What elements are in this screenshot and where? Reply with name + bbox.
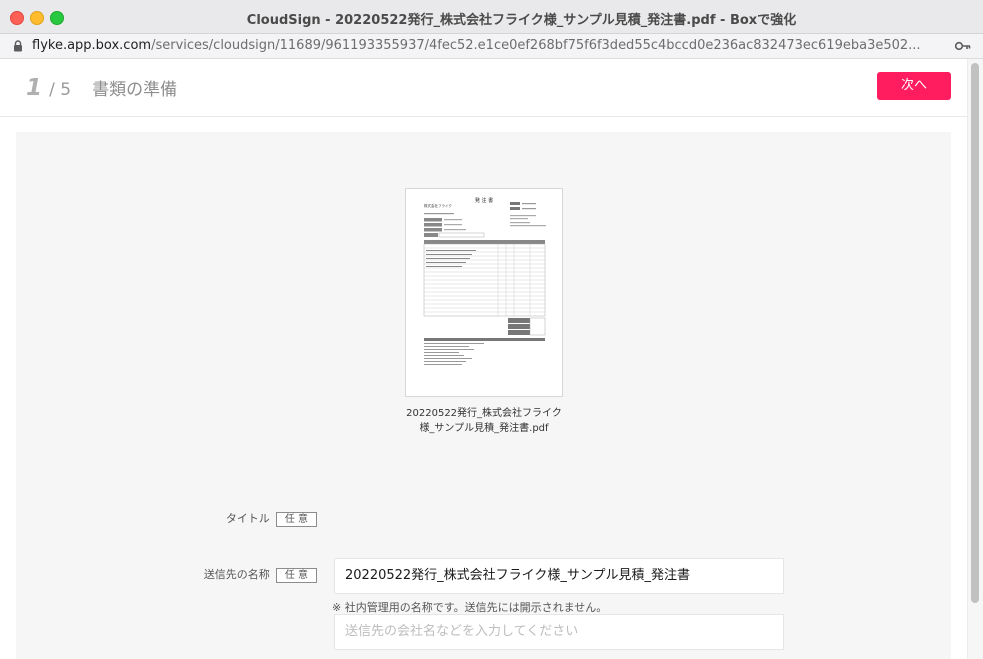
document-file-name: 20220522発行_株式会社フライク 様_サンプル見積_発注書.pdf (394, 406, 574, 436)
title-label-text: タイトル (225, 512, 270, 525)
recipient-label-text: 送信先の名称 (203, 568, 270, 581)
recipient-optional-badge: 任 意 (275, 568, 317, 583)
document-preview-image: 発 注 書 株式会社フライク (423, 197, 546, 365)
window-titlebar: CloudSign - 20220522発行_株式会社フライク様_サンプル見積_… (0, 0, 983, 34)
title-optional-badge: 任 意 (275, 512, 317, 527)
url-text[interactable]: flyke.app.box.com/services/cloudsign/116… (32, 38, 942, 53)
close-window-button[interactable] (10, 11, 24, 25)
recipient-hint-text: ※ 社内管理用の名称です。送信先には開示されません。 (332, 601, 608, 614)
url-path: /services/cloudsign/11689/961193355937/4… (151, 38, 921, 53)
lock-icon (14, 40, 22, 52)
recipient-name-input[interactable]: 送信先の会社名などを入力してください (334, 614, 784, 650)
minimize-window-button[interactable] (30, 11, 44, 25)
recipient-field-label: 送信先の名称任 意 (77, 566, 317, 583)
thumb-title: 発 注 書 (475, 197, 493, 204)
step-label: 書類の準備 (92, 80, 178, 100)
step-current: 1 (26, 75, 43, 101)
scrollbar-thumb[interactable] (971, 63, 979, 603)
thumb-company: 株式会社フライク (424, 203, 452, 208)
step-indicator: 1 / 5 書類の準備 (26, 75, 177, 101)
zoom-window-button[interactable] (50, 11, 64, 25)
page-content: 1 / 5 書類の準備 次へ 発 注 書 株式会社フライク 20220522発行… (0, 59, 967, 659)
key-icon[interactable] (955, 41, 971, 51)
header-divider (0, 116, 967, 117)
document-file-name-line1: 20220522発行_株式会社フライク (406, 408, 562, 419)
document-thumbnail[interactable]: 発 注 書 株式会社フライク (405, 188, 563, 397)
next-button[interactable]: 次へ (877, 72, 951, 100)
vertical-scrollbar[interactable] (967, 59, 983, 659)
title-field-label: タイトル任 意 (77, 510, 317, 527)
address-bar[interactable]: flyke.app.box.com/services/cloudsign/116… (0, 34, 983, 59)
url-host: flyke.app.box.com (32, 38, 152, 53)
document-panel: 発 注 書 株式会社フライク 20220522発行_株式会社フライク 様_サンプ… (16, 132, 951, 659)
step-total: / 5 (49, 80, 72, 100)
window-title: CloudSign - 20220522発行_株式会社フライク様_サンプル見積_… (246, 13, 797, 28)
title-input[interactable]: 20220522発行_株式会社フライク様_サンプル見積_発注書 (334, 558, 784, 594)
document-file-name-line2: 様_サンプル見積_発注書.pdf (419, 423, 549, 434)
